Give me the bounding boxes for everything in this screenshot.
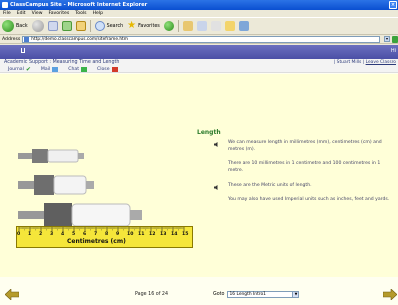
chat-icon (81, 67, 88, 72)
user-info: | Stuart Mills | Leave Classro (334, 60, 396, 65)
envelope-icon (52, 67, 59, 72)
course-tools: Journal ✔ Mail Chat Close (8, 66, 118, 73)
chevron-down-icon: ▼ (292, 292, 299, 297)
ruler-tick-label: 6 (83, 232, 87, 237)
mail-button[interactable]: Mail (40, 66, 59, 73)
user-name: | Stuart Mills (333, 60, 362, 65)
site-header: Hi (0, 45, 398, 59)
close-button[interactable]: Close (97, 66, 118, 73)
chat-button[interactable]: Chat (68, 66, 88, 73)
spark-plug-medium (18, 175, 94, 195)
window-title: ClassCampus Site - Microsoft Internet Ex… (10, 2, 148, 8)
stop-icon[interactable] (47, 21, 58, 31)
goto-control: Goto 16 Length Intro1 ▼ (213, 291, 300, 298)
menu-edit[interactable]: Edit (17, 11, 26, 16)
lesson-paragraph-3: These are the Metric units of length. (228, 183, 312, 188)
messenger-icon[interactable] (238, 21, 249, 31)
lesson-title: Length (197, 129, 221, 136)
back-button[interactable]: Back (2, 20, 28, 32)
go-button[interactable] (392, 35, 398, 43)
folder-icon[interactable] (224, 21, 235, 31)
close-icon[interactable]: × (389, 1, 397, 9)
home-icon[interactable] (75, 21, 86, 31)
browser-window: ClassCampus Site - Microsoft Internet Ex… (0, 0, 398, 305)
address-url: http://demo.classcampus.com/siteframe.ht… (31, 36, 128, 42)
menu-tools[interactable]: Tools (75, 11, 86, 16)
mail-icon[interactable] (196, 21, 207, 31)
refresh-icon[interactable] (61, 21, 72, 31)
title-bar: ClassCampus Site - Microsoft Internet Ex… (0, 0, 398, 10)
next-page-arrow-icon[interactable] (383, 289, 397, 300)
leave-classroom-link[interactable]: Leave Classro (366, 60, 396, 65)
close-book-icon (111, 67, 118, 72)
site-logo-icon (21, 48, 25, 53)
search-button[interactable]: Search (94, 21, 124, 31)
journal-button[interactable]: Journal ✔ (8, 66, 31, 73)
ruler-tick-label: 9 (116, 232, 120, 237)
ruler-tick-label: 14 (171, 232, 178, 237)
search-icon (94, 21, 105, 31)
address-input[interactable]: http://demo.classcampus.com/siteframe.ht… (22, 35, 380, 43)
menu-favorites[interactable]: Favorites (49, 11, 70, 16)
page-indicator: Page 16 of 24 (135, 292, 169, 297)
back-label: Back (16, 23, 28, 29)
ruler-tick-label: 11 (138, 232, 145, 237)
goto-value: 16 Length Intro1 (229, 292, 266, 297)
user-separator: | (362, 60, 365, 65)
mail-label: Mail (40, 67, 51, 72)
ruler-tick-label: 3 (50, 232, 54, 237)
back-arrow-icon (2, 20, 14, 32)
ruler-label: Centimetres (cm) (67, 238, 126, 245)
browser-toolbar: Back Search ★ Favorites (0, 17, 398, 35)
forward-arrow-icon[interactable] (31, 20, 44, 32)
search-label: Search (106, 23, 124, 29)
course-nav: Academic Support : Measuring Time and Le… (0, 59, 398, 73)
ruler-tick-label: 13 (160, 232, 167, 237)
spark-plug-small (18, 149, 84, 163)
web-page: Hi Academic Support : Measuring Time and… (0, 45, 398, 305)
address-bar: Address http://demo.classcampus.com/site… (0, 35, 398, 44)
media-icon[interactable] (163, 21, 174, 31)
ruler-tick-label: 7 (94, 232, 98, 237)
speaker-icon[interactable] (214, 142, 219, 147)
goto-label: Goto (213, 292, 225, 297)
ruler-tick-label: 1 (28, 232, 32, 237)
journal-label: Journal (8, 67, 24, 72)
star-icon: ★ (127, 20, 137, 31)
ruler-tick-label: 12 (149, 232, 156, 237)
ruler-tick-label: 2 (39, 232, 43, 237)
favorites-label: Favorites (138, 23, 160, 29)
menu-view[interactable]: View (32, 11, 43, 16)
favorites-button[interactable]: ★ Favorites (127, 21, 160, 31)
centimetre-ruler: 0 1 2 3 4 5 6 7 8 9 10 11 12 13 14 15 Centimetres (cm) (16, 226, 193, 248)
page-icon (24, 36, 30, 42)
header-right-text: Hi (390, 48, 396, 54)
close-label: Close (97, 67, 110, 72)
ruler-tick-label: 10 (127, 232, 134, 237)
checkmark-icon: ✔ (25, 66, 31, 73)
chat-label: Chat (68, 67, 80, 72)
ruler-tick-label: 4 (61, 232, 65, 237)
ruler-tick-label: 5 (72, 232, 76, 237)
toolbar-divider (89, 20, 91, 32)
speaker-icon[interactable] (214, 185, 219, 190)
address-label: Address (2, 36, 21, 42)
toolbar-divider (177, 20, 179, 32)
print-icon[interactable] (210, 21, 221, 31)
menu-bar: File Edit View Favorites Tools Help (0, 10, 398, 17)
ruler-tick-label: 0 (17, 232, 21, 237)
history-icon[interactable] (182, 21, 193, 31)
address-dropdown-icon[interactable]: ▾ (384, 36, 390, 42)
lesson-paragraph-4: You may also have used Imperial units su… (228, 197, 390, 202)
previous-page-arrow-icon[interactable] (5, 289, 19, 300)
ruler-tick-label: 8 (105, 232, 109, 237)
ruler-tick-label: 15 (182, 232, 189, 237)
menu-help[interactable]: Help (93, 11, 103, 16)
breadcrumb: Academic Support : Measuring Time and Le… (4, 60, 120, 65)
menu-file[interactable]: File (3, 11, 11, 16)
lesson-paragraph-2: There are 10 millimetres in 1 centimetre… (228, 161, 381, 173)
goto-select[interactable]: 16 Length Intro1 ▼ (227, 291, 300, 298)
ie-icon (2, 2, 8, 8)
lesson-paragraph-1: We can measure length in millimetres (mm… (228, 140, 382, 152)
